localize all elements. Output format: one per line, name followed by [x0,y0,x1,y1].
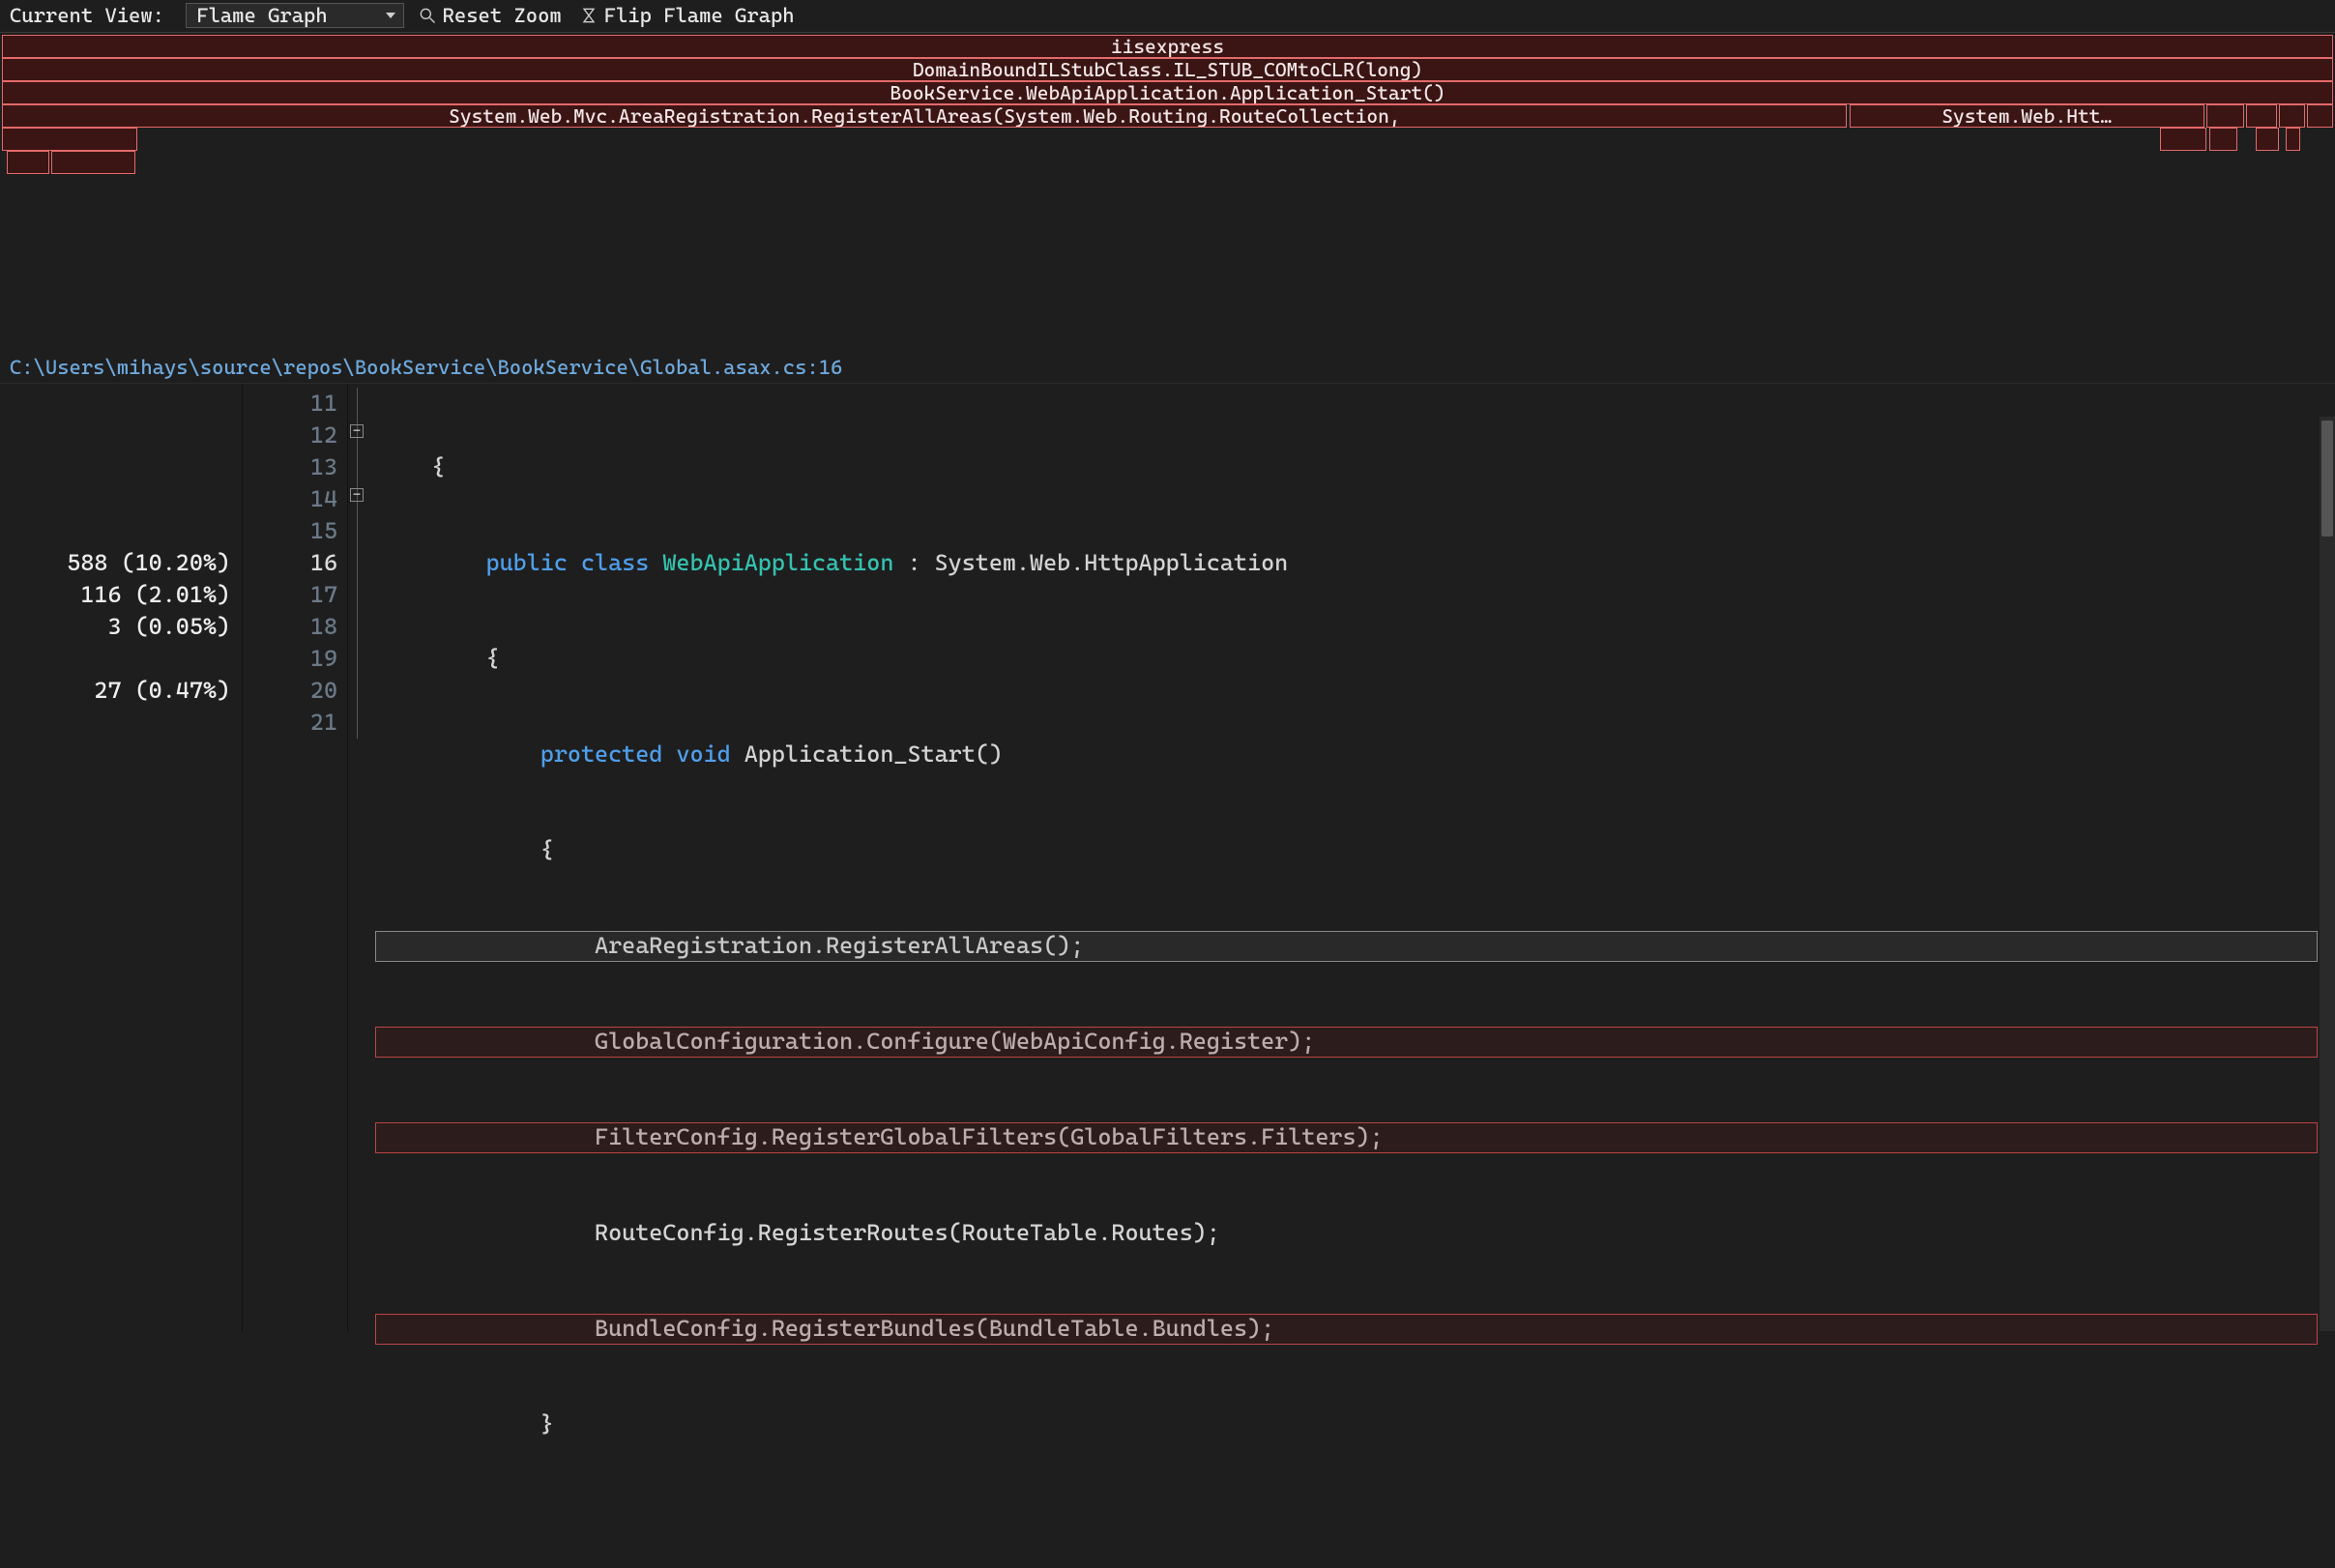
code-l18: FilterConfig.RegisterGlobalFilters(Globa… [371,1121,2335,1153]
view-select[interactable]: Flame Graph [186,3,403,28]
metric-l16: 588 (10.20%) [0,547,230,579]
line-number-gutter: 11 12 13 14 15 16 17 18 19 20 21 [242,384,348,1331]
code-l12: public class WebApiApplication : System.… [371,547,2335,579]
flame-frame[interactable]: iisexpress [2,35,2332,58]
ln-15: 15 [243,515,337,547]
flame-frame[interactable] [2160,128,2206,151]
ln-16: 16 [243,547,337,579]
flame-frame[interactable] [2246,104,2276,128]
code-l20: BundleConfig.RegisterBundles(BundleTable… [371,1313,2335,1345]
code-l15: { [371,834,2335,866]
fold-toggle-14[interactable]: − [350,488,364,502]
ln-21: 21 [243,707,337,739]
code-l17: GlobalConfiguration.Configure(WebApiConf… [371,1026,2335,1058]
flame-frame[interactable] [2206,104,2244,128]
flame-frame[interactable]: System.Web.Mvc.AreaRegistration.Register… [2,104,1847,128]
code-l16: AreaRegistration.RegisterAllAreas(); [371,930,2335,962]
flip-flame-button[interactable]: Flip Flame Graph [575,4,799,27]
ln-18: 18 [243,611,337,643]
metrics-column: 588 (10.20%) 116 (2.01%) 3 (0.05%) 27 (0… [0,384,242,1331]
code-l13: { [371,643,2335,675]
reset-zoom-label: Reset Zoom [443,4,562,27]
metric-l17: 116 (2.01%) [0,579,230,611]
flame-frame[interactable]: DomainBoundILStubClass.IL_STUB_COMtoCLR(… [2,58,2332,81]
view-label: Current View: [10,4,176,27]
fold-column: − − [348,384,371,1331]
chevron-down-icon [386,13,395,18]
flip-flame-label: Flip Flame Graph [604,4,795,27]
magnifier-icon [418,6,437,25]
flame-frame[interactable]: BookService.WebApiApplication.Applicatio… [2,81,2332,104]
code-editor[interactable]: { public class WebApiApplication : Syste… [371,384,2335,1331]
flame-frame[interactable] [2279,104,2305,128]
ln-19: 19 [243,643,337,675]
scroll-thumb[interactable] [2321,421,2333,537]
flame-frame[interactable] [2,128,137,151]
ln-17: 17 [243,579,337,611]
code-panel: 588 (10.20%) 116 (2.01%) 3 (0.05%) 27 (0… [0,384,2335,1331]
flip-icon [579,6,598,25]
fold-toggle-12[interactable]: − [350,424,364,438]
vertical-scrollbar[interactable] [2320,417,2335,1331]
flame-frame[interactable] [7,151,48,174]
flame-graph[interactable]: iisexpressDomainBoundILStubClass.IL_STUB… [0,33,2335,352]
file-path-bar: C:\Users\mihays\source\repos\BookService… [0,352,2335,384]
code-l21: } [371,1408,2335,1440]
ln-20: 20 [243,675,337,707]
ln-13: 13 [243,451,337,483]
ln-11: 11 [243,388,337,420]
flame-frame[interactable] [2307,104,2333,128]
ln-14: 14 [243,483,337,515]
toolbar: Current View: Flame Graph Reset Zoom Fli… [0,0,2335,33]
flame-frame[interactable] [51,151,135,174]
flame-frame[interactable]: System.Web.Htt… [1850,104,2204,128]
code-l14: protected void Application_Start() [371,739,2335,770]
flame-frame[interactable] [2286,128,2299,151]
code-l11: { [371,451,2335,483]
metric-l20: 27 (0.47%) [0,675,230,707]
flame-frame[interactable] [2256,128,2279,151]
ln-12: 12 [243,420,337,451]
metric-l18: 3 (0.05%) [0,611,230,643]
code-l19: RouteConfig.RegisterRoutes(RouteTable.Ro… [371,1217,2335,1249]
reset-zoom-button[interactable]: Reset Zoom [414,4,566,27]
view-value: Flame Graph [196,4,327,27]
flame-frame[interactable] [2209,128,2237,151]
